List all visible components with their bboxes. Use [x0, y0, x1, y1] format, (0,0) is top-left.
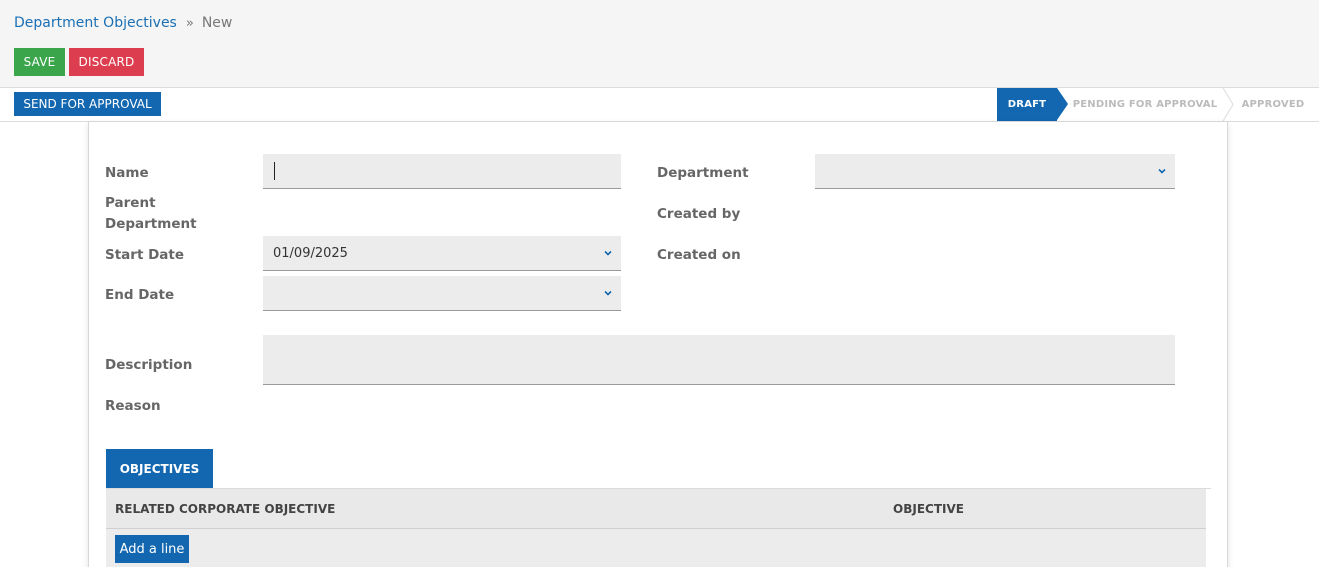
chevron-down-icon[interactable]	[603, 288, 613, 298]
department-label: Department	[657, 165, 749, 181]
stage-separator-icon	[1222, 88, 1234, 121]
start-date-label: Start Date	[105, 247, 185, 263]
save-button[interactable]: SAVE	[14, 48, 65, 76]
breadcrumb-current: New	[201, 15, 233, 31]
description-label: Description	[105, 357, 193, 373]
statusbar: SEND FOR APPROVAL DRAFT PENDING FOR APPR…	[0, 88, 1319, 122]
name-input[interactable]	[263, 154, 621, 189]
end-date-label: End Date	[105, 287, 175, 303]
chevron-down-icon[interactable]	[1157, 166, 1167, 176]
reason-label: Reason	[105, 398, 161, 414]
stage-pending-for-approval[interactable]: PENDING FOR APPROVAL	[1068, 88, 1222, 121]
tab-objectives[interactable]: OBJECTIVES	[106, 449, 213, 488]
parent-department-label: Parent Department	[105, 195, 197, 232]
breadcrumb-separator-icon: »	[185, 15, 194, 31]
name-label: Name	[105, 165, 149, 181]
start-date-field[interactable]: 01/09/2025	[263, 236, 621, 271]
control-panel: Department Objectives » New SAVE DISCARD	[0, 0, 1319, 88]
stage-draft[interactable]: DRAFT	[997, 88, 1057, 121]
column-related-corporate-objective[interactable]: RELATED CORPORATE OBJECTIVE	[115, 502, 335, 516]
start-date-value: 01/09/2025	[273, 245, 348, 261]
created-by-label: Created by	[657, 206, 741, 222]
chevron-down-icon[interactable]	[603, 248, 613, 258]
description-textarea[interactable]	[263, 335, 1175, 385]
form-sheet: Name Parent Department Start Date 01/09/…	[88, 122, 1228, 567]
stage-approved[interactable]: APPROVED	[1234, 88, 1312, 121]
objectives-table-body: Add a line	[106, 529, 1206, 567]
send-for-approval-button[interactable]: SEND FOR APPROVAL	[14, 92, 161, 116]
breadcrumb: Department Objectives » New	[14, 15, 232, 31]
created-on-label: Created on	[657, 247, 741, 263]
end-date-field[interactable]	[263, 276, 621, 311]
objectives-table-header: RELATED CORPORATE OBJECTIVE OBJECTIVE	[106, 489, 1206, 529]
department-select[interactable]	[815, 154, 1175, 189]
discard-button[interactable]: DISCARD	[69, 48, 144, 76]
text-cursor	[274, 162, 275, 180]
stage-arrow-icon	[1057, 88, 1068, 120]
add-line-button[interactable]: Add a line	[115, 535, 189, 563]
breadcrumb-parent-link[interactable]: Department Objectives	[14, 15, 177, 31]
column-objective[interactable]: OBJECTIVE	[893, 502, 964, 516]
